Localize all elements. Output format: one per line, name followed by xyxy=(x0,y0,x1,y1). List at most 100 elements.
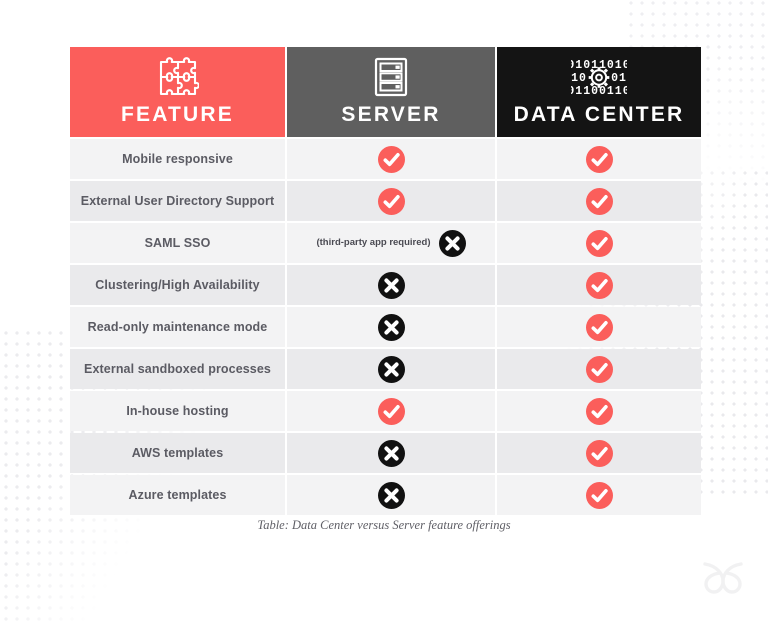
butterfly-logo-icon xyxy=(700,559,746,599)
mark-cell-content xyxy=(505,397,693,425)
column-header-data-center-label: DATA CENTER xyxy=(513,102,685,126)
cell-data_center xyxy=(497,307,701,347)
feature-label: SAML SSO xyxy=(144,236,211,250)
check-circle-icon xyxy=(377,145,405,173)
mark-cell-content xyxy=(295,439,487,467)
cell-data_center xyxy=(497,391,701,431)
cross-circle-icon xyxy=(377,439,405,467)
cell-feature: Clustering/High Availability xyxy=(70,265,285,305)
table-row: Mobile responsive xyxy=(70,139,701,179)
mark-cell-content xyxy=(295,397,487,425)
mark-cell-content xyxy=(505,145,693,173)
svg-text:01: 01 xyxy=(611,72,627,85)
mark-cell-content xyxy=(295,481,487,509)
table-row: In-house hosting xyxy=(70,391,701,431)
cell-data_center xyxy=(497,475,701,515)
check-circle-icon xyxy=(377,187,405,215)
cell-feature: In-house hosting xyxy=(70,391,285,431)
cell-feature: External User Directory Support xyxy=(70,181,285,221)
table-row: SAML SSO (third-party app required) xyxy=(70,223,701,263)
feature-label: Read-only maintenance mode xyxy=(87,320,268,334)
check-circle-icon xyxy=(585,187,613,215)
table-row: Read-only maintenance mode xyxy=(70,307,701,347)
mark-cell-content xyxy=(505,229,693,257)
cell-server xyxy=(287,475,495,515)
cell-server xyxy=(287,265,495,305)
cell-feature: AWS templates xyxy=(70,433,285,473)
check-circle-icon xyxy=(377,397,405,425)
cross-circle-icon xyxy=(377,355,405,383)
cell-server xyxy=(287,349,495,389)
table-row: AWS templates xyxy=(70,433,701,473)
cell-data_center xyxy=(497,349,701,389)
cell-data_center xyxy=(497,433,701,473)
check-circle-icon xyxy=(585,355,613,383)
binary-gear-icon: 01011010 10 01 01100110 xyxy=(501,56,697,100)
check-circle-icon xyxy=(585,481,613,509)
check-circle-icon xyxy=(585,229,613,257)
feature-comparison-table-container: FEATURE SERVER 101101 10 01 110011 DATA … xyxy=(68,45,701,517)
feature-label: External sandboxed processes xyxy=(84,362,271,376)
mark-cell-content xyxy=(295,355,487,383)
mark-cell-content: (third-party app required) xyxy=(295,229,487,257)
check-circle-icon xyxy=(585,439,613,467)
table-row: Clustering/High Availability xyxy=(70,265,701,305)
mark-cell-content xyxy=(505,439,693,467)
mark-cell-content xyxy=(295,313,487,341)
mark-cell-content xyxy=(505,187,693,215)
check-circle-icon xyxy=(585,397,613,425)
table-header-row: FEATURE SERVER 101101 10 01 110011 DATA … xyxy=(70,47,701,137)
table-row: Azure templates xyxy=(70,475,701,515)
cell-feature: SAML SSO xyxy=(70,223,285,263)
cell-feature: Mobile responsive xyxy=(70,139,285,179)
table-caption: Table: Data Center versus Server feature… xyxy=(257,518,511,532)
mark-cell-content xyxy=(295,271,487,299)
check-circle-icon xyxy=(585,313,613,341)
feature-label: Azure templates xyxy=(128,488,227,502)
column-header-server-label: SERVER xyxy=(341,102,441,126)
column-header-feature: FEATURE xyxy=(70,47,285,137)
cross-circle-icon xyxy=(438,229,466,257)
column-header-server: SERVER xyxy=(287,47,495,137)
feature-label: External User Directory Support xyxy=(80,194,275,208)
cell-data_center xyxy=(497,223,701,263)
table-row: External User Directory Support xyxy=(70,181,701,221)
feature-label: In-house hosting xyxy=(126,404,229,418)
svg-text:10: 10 xyxy=(571,72,587,85)
feature-label: Mobile responsive xyxy=(122,152,233,166)
cross-circle-icon xyxy=(377,481,405,509)
check-circle-icon xyxy=(585,145,613,173)
cell-data_center xyxy=(497,181,701,221)
feature-label: AWS templates xyxy=(131,446,224,460)
column-header-feature-label: FEATURE xyxy=(120,102,234,126)
cell-server: (third-party app required) xyxy=(287,223,495,263)
cell-feature: Read-only maintenance mode xyxy=(70,307,285,347)
mark-cell-content xyxy=(505,271,693,299)
cross-circle-icon xyxy=(377,271,405,299)
check-circle-icon xyxy=(585,271,613,299)
cell-data_center xyxy=(497,265,701,305)
table-row: External sandboxed processes xyxy=(70,349,701,389)
puzzle-icon xyxy=(74,56,281,100)
cell-server xyxy=(287,433,495,473)
cell-data_center xyxy=(497,139,701,179)
mark-cell-content xyxy=(505,481,693,509)
server-rack-icon xyxy=(291,56,491,100)
mark-cell-content xyxy=(505,355,693,383)
cell-server xyxy=(287,181,495,221)
cell-server xyxy=(287,307,495,347)
column-header-data-center: 01011010 10 01 01100110 xyxy=(497,47,701,137)
mark-cell-content xyxy=(295,145,487,173)
cell-server xyxy=(287,139,495,179)
cross-circle-icon xyxy=(377,313,405,341)
mark-cell-content xyxy=(505,313,693,341)
feature-comparison-table: FEATURE SERVER 101101 10 01 110011 DATA … xyxy=(68,45,703,517)
cell-feature: External sandboxed processes xyxy=(70,349,285,389)
table-body: Mobile responsive External User Directory… xyxy=(70,139,701,515)
feature-label: Clustering/High Availability xyxy=(95,278,260,292)
mark-cell-content xyxy=(295,187,487,215)
cell-note: (third-party app required) xyxy=(316,237,431,249)
cell-server xyxy=(287,391,495,431)
cell-feature: Azure templates xyxy=(70,475,285,515)
table-header: FEATURE SERVER 101101 10 01 110011 DATA … xyxy=(70,47,701,137)
